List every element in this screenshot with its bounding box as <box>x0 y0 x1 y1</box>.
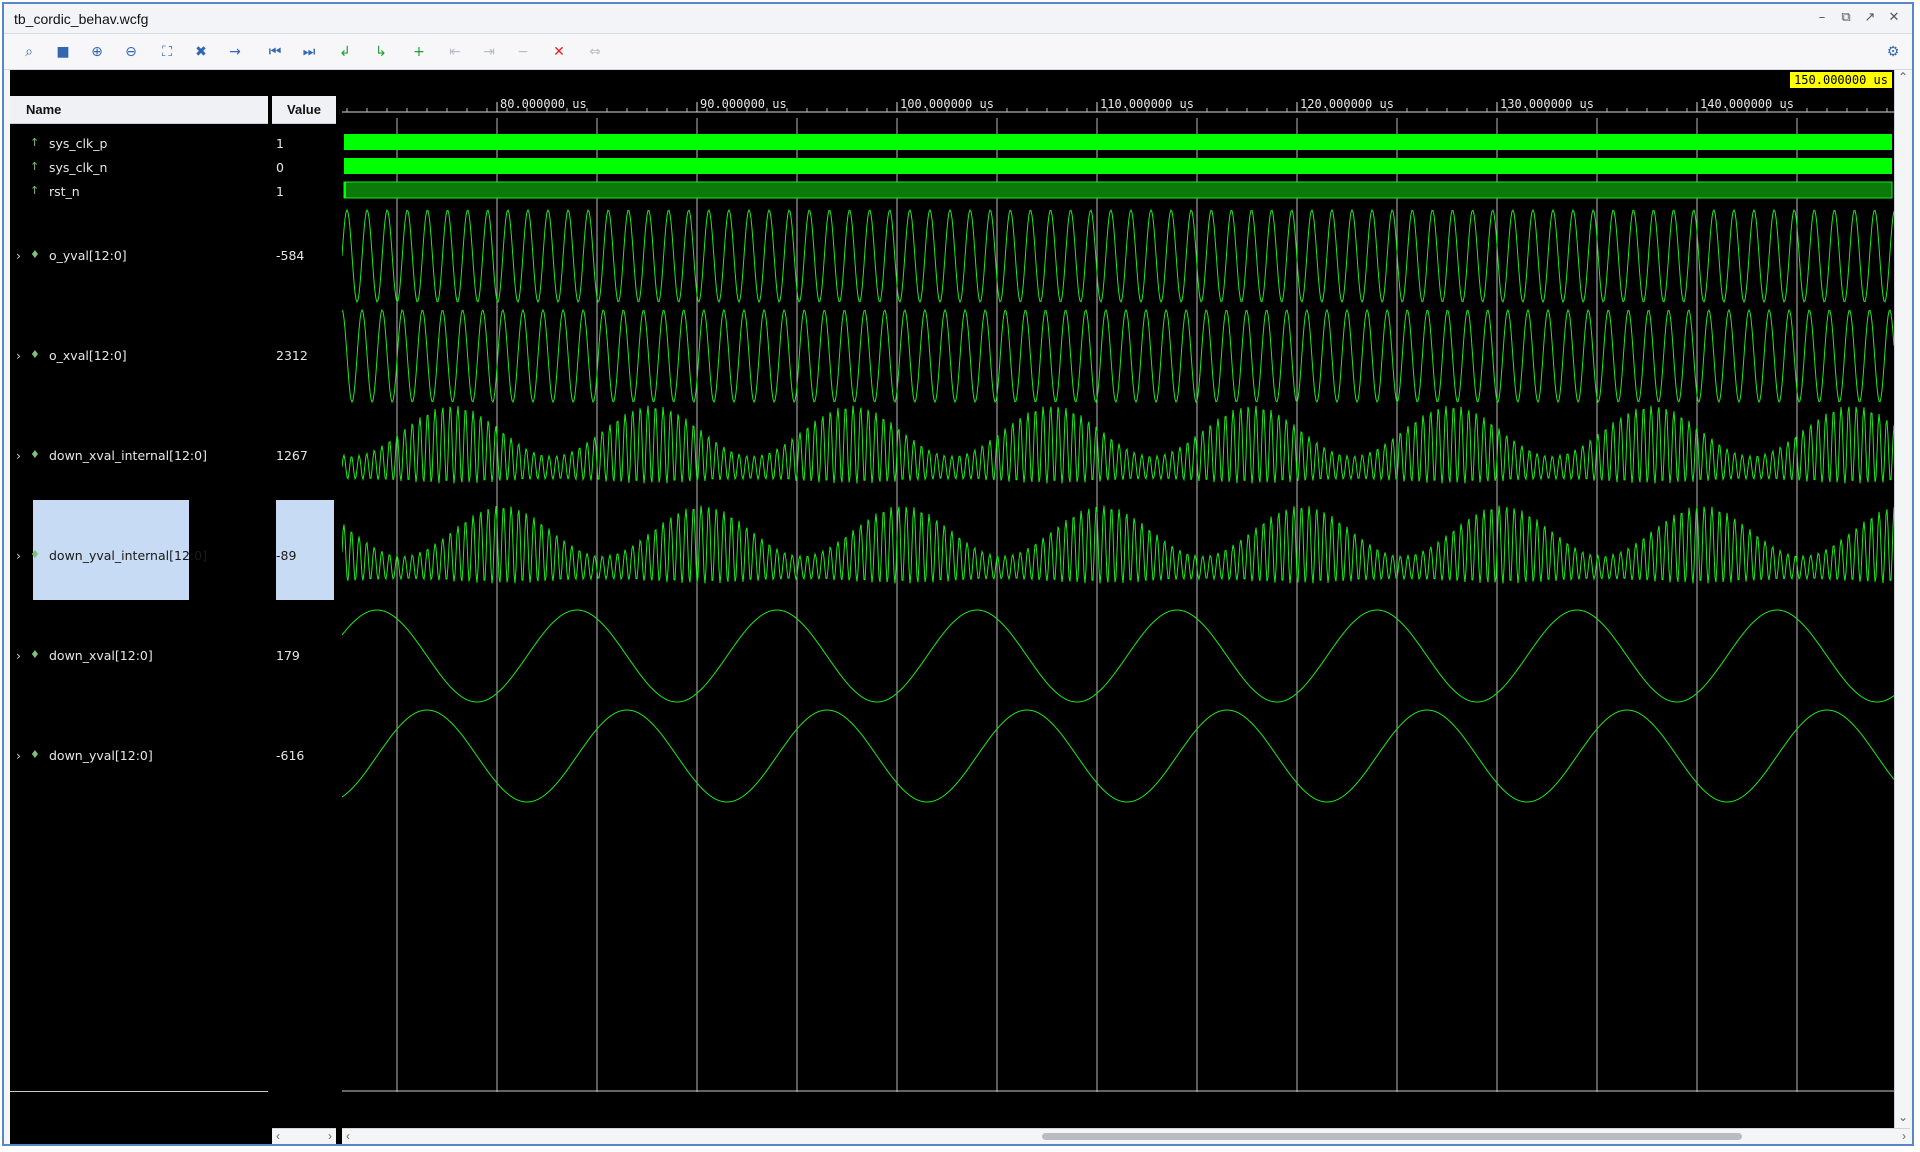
waveform-window: tb_cordic_behav.wcfg – ⧉ ↗ ✕ ⌕ ■ ⊕ ⊖ ⛶ ✖ → ⏮ ⏭ ↲ ↳… <box>2 2 1914 1146</box>
waveform-viewer: Name ↑ sys_clk_p ↑ sys_clk_n ↑ rst_n › ♦ o_yval[… <box>10 70 1910 1144</box>
expand-chevron-icon[interactable]: › <box>16 748 21 763</box>
add-marker-icon[interactable]: + <box>408 42 430 62</box>
sys-clk-p-wave <box>344 134 1892 150</box>
logic-signal-icon: ↑ <box>30 136 40 149</box>
zoom-in-icon[interactable]: ⊕ <box>86 42 108 62</box>
window-title: tb_cordic_behav.wcfg <box>14 11 149 27</box>
ruler-label: 140.000000 us <box>1700 97 1794 111</box>
go-to-end-icon[interactable]: ⏭ <box>298 42 320 62</box>
signal-value: -584 <box>276 248 305 263</box>
signal-name: down_yval_internal[12:0] <box>49 548 207 563</box>
down-yval-wave <box>342 709 1894 803</box>
signal-name: down_xval[12:0] <box>49 648 153 663</box>
ruler-label: 110.000000 us <box>1100 97 1194 111</box>
go-to-start-icon[interactable]: ⏮ <box>264 42 286 62</box>
marker-icon[interactable]: − <box>512 42 534 62</box>
previous-marker-icon[interactable]: ⇤ <box>444 42 466 62</box>
vertical-scrollbar[interactable]: ⌃ ⌄ <box>1894 70 1910 1128</box>
cursor-icon[interactable]: ✖ <box>190 42 212 62</box>
horizontal-scrollbar[interactable]: ‹ › <box>342 1128 1910 1144</box>
signal-value: 1 <box>276 184 284 199</box>
signal-value-pane: Value 1 0 1 -584 2312 1267 -89 179 -616 ‹ › <box>272 70 336 1144</box>
signal-value: 0 <box>276 160 284 175</box>
bus-signal-icon: ♦ <box>30 548 40 561</box>
logic-signal-icon: ↑ <box>30 160 40 173</box>
close-button[interactable]: ✕ <box>1886 9 1902 27</box>
signal-name: sys_clk_p <box>49 136 108 151</box>
signal-name: o_xval[12:0] <box>49 348 127 363</box>
float-button[interactable]: ↗ <box>1862 9 1878 27</box>
expand-chevron-icon[interactable]: › <box>16 448 21 463</box>
scroll-right-icon[interactable]: › <box>328 1129 332 1143</box>
signal-value: -616 <box>276 748 305 763</box>
bus-signal-icon: ♦ <box>30 648 40 661</box>
o-xval-wave <box>342 308 1894 404</box>
scroll-up-icon[interactable]: ⌃ <box>1898 70 1908 84</box>
value-scrollbar[interactable]: ‹ › <box>272 1128 336 1144</box>
bus-signal-icon: ♦ <box>30 748 40 761</box>
search-icon[interactable]: ⌕ <box>18 42 40 62</box>
next-marker-icon[interactable]: ⇥ <box>478 42 500 62</box>
expand-chevron-icon[interactable]: › <box>16 548 21 563</box>
scroll-right-icon[interactable]: › <box>1902 1129 1906 1143</box>
signal-name: down_xval_internal[12:0] <box>49 448 207 463</box>
go-to-cursor-icon[interactable]: → <box>224 42 246 62</box>
zoom-out-icon[interactable]: ⊖ <box>120 42 142 62</box>
signal-value: -89 <box>276 548 297 563</box>
expand-chevron-icon[interactable]: › <box>16 248 21 263</box>
signal-name: o_yval[12:0] <box>49 248 127 263</box>
expand-chevron-icon[interactable]: › <box>16 348 21 363</box>
signal-name-pane: Name ↑ sys_clk_p ↑ sys_clk_n ↑ rst_n › ♦ o_yval[… <box>10 70 268 1144</box>
minimize-button[interactable]: – <box>1814 9 1830 27</box>
signal-value: 1267 <box>276 448 308 463</box>
expand-chevron-icon[interactable]: › <box>16 648 21 663</box>
ruler-label: 120.000000 us <box>1300 97 1394 111</box>
signal-name: down_yval[12:0] <box>49 748 153 763</box>
ruler-label: 100.000000 us <box>900 97 994 111</box>
previous-transition-icon[interactable]: ↲ <box>334 42 356 62</box>
restore-button[interactable]: ⧉ <box>1838 9 1854 27</box>
bus-signal-icon: ♦ <box>30 448 40 461</box>
ruler-label: 130.000000 us <box>1500 97 1594 111</box>
name-column-header[interactable]: Name <box>10 96 268 124</box>
signal-name: sys_clk_n <box>49 160 108 175</box>
o-yval-wave <box>342 208 1894 304</box>
ruler-label: 90.000000 us <box>700 97 787 111</box>
scrollbar-thumb[interactable] <box>1042 1133 1742 1140</box>
down-xval-internal-wave <box>342 405 1894 484</box>
swap-cursors-icon[interactable]: ⇔ <box>584 42 606 62</box>
value-column-header[interactable]: Value <box>272 96 336 124</box>
down-xval-wave <box>342 609 1894 703</box>
waveform-pane[interactable]: 80.000000 us 90.000000 us 100.000000 us 110… <box>342 70 1910 1144</box>
scroll-left-icon[interactable]: ‹ <box>276 1129 280 1143</box>
bus-signal-icon: ♦ <box>30 348 40 361</box>
rst-n-wave <box>343 181 1893 199</box>
sys-clk-n-wave <box>344 158 1892 174</box>
cursor-time-badge: 150.000000 us <box>1790 72 1892 88</box>
signal-name: rst_n <box>49 184 80 199</box>
zoom-fit-icon[interactable]: ⛶ <box>156 42 178 62</box>
waveform-canvas[interactable]: 80.000000 us 90.000000 us 100.000000 us 110… <box>342 70 1894 1128</box>
settings-icon[interactable]: ⚙ <box>1882 42 1904 62</box>
logic-signal-icon: ↑ <box>30 184 40 197</box>
waveform-toolbar: ⌕ ■ ⊕ ⊖ ⛶ ✖ → ⏮ ⏭ ↲ ↳ + ⇤ ⇥ − ✕ ⇔ ⚙ <box>4 34 1912 70</box>
bus-signal-icon: ♦ <box>30 248 40 261</box>
next-transition-icon[interactable]: ↳ <box>370 42 392 62</box>
delete-marker-icon[interactable]: ✕ <box>548 42 570 62</box>
title-bar: tb_cordic_behav.wcfg – ⧉ ↗ ✕ <box>4 4 1912 34</box>
scroll-down-icon[interactable]: ⌄ <box>1898 1110 1908 1124</box>
save-icon[interactable]: ■ <box>52 42 74 62</box>
divider <box>10 1091 268 1092</box>
scroll-left-icon[interactable]: ‹ <box>346 1129 350 1143</box>
signal-value: 1 <box>276 136 284 151</box>
ruler-label: 80.000000 us <box>500 97 587 111</box>
signal-value: 179 <box>276 648 300 663</box>
down-yval-internal-wave <box>342 505 1894 584</box>
signal-value: 2312 <box>276 348 308 363</box>
